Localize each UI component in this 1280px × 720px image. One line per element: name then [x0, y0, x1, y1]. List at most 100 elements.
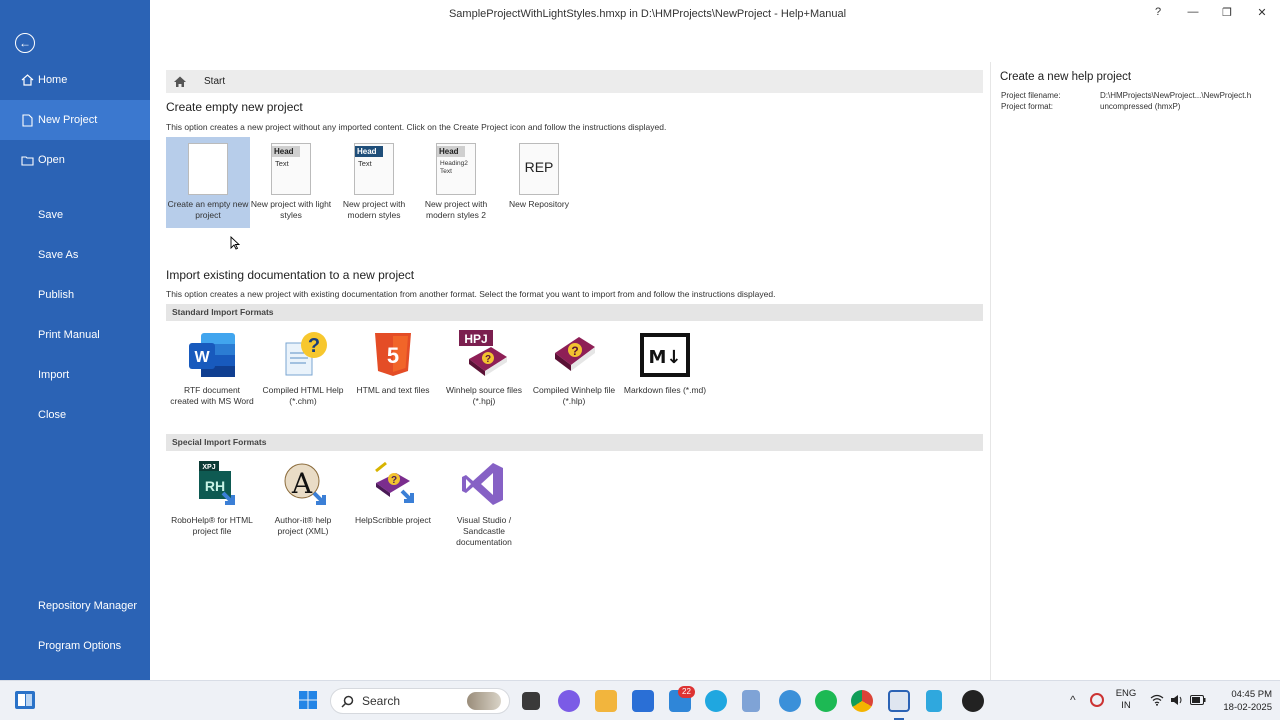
tile-label: Create an empty new project	[167, 199, 249, 220]
windows-start-icon[interactable]	[298, 690, 318, 710]
media-player-icon[interactable]	[962, 690, 984, 712]
new-repository-tile[interactable]: REP New Repository	[497, 137, 581, 228]
svg-text:RH: RH	[205, 478, 225, 494]
svg-text:XPJ: XPJ	[202, 464, 215, 471]
light-styles-tile[interactable]: Head Text New project with light styles	[249, 137, 333, 228]
help-and-manual-icon[interactable]	[888, 690, 910, 712]
svg-text:?: ?	[571, 344, 578, 358]
project-filename-value: D:\HMProjects\NewProject...\NewProject.h	[1100, 91, 1252, 100]
panel-divider	[990, 62, 991, 680]
sidebar-item-save[interactable]: Save	[0, 195, 150, 235]
light-styles-document-icon: Head Text	[271, 143, 311, 195]
close-button[interactable]: ✕	[1250, 6, 1274, 19]
sidebar-item-label: Close	[38, 409, 67, 421]
show-hidden-icons-icon[interactable]: ^	[1070, 693, 1076, 707]
html5-icon: 5	[375, 333, 411, 376]
sidebar-item-new-project[interactable]: New Project	[0, 100, 150, 140]
sidebar-item-publish[interactable]: Publish	[0, 275, 150, 315]
tile-label: Compiled Winhelp file (*.hlp)	[532, 385, 616, 406]
taskbar: Search 22 ^ ENG IN 04:45 PM 18-02-2025	[0, 680, 1280, 720]
special-formats-bar: Special Import Formats	[166, 434, 983, 451]
search-placeholder: Search	[362, 694, 401, 708]
sidebar-item-program-options[interactable]: Program Options	[0, 626, 150, 666]
sidebar-item-label: New Project	[38, 114, 98, 126]
import-hpj-tile[interactable]: HPJ ? Winhelp source files (*.hpj)	[442, 325, 526, 407]
import-heading: Import existing documentation to a new p…	[166, 268, 415, 282]
import-authorit-tile[interactable]: A Author-it® help project (XML)	[261, 455, 345, 537]
sidebar-item-label: Program Options	[38, 640, 122, 652]
import-markdown-tile[interactable]: M↓ Markdown files (*.md)	[623, 325, 707, 396]
import-html-tile[interactable]: 5 HTML and text files	[351, 325, 435, 396]
sidebar-item-print-manual[interactable]: Print Manual	[0, 315, 150, 355]
visual-studio-icon	[462, 463, 503, 505]
modern-styles-tile[interactable]: Head Text New project with modern styles	[332, 137, 416, 228]
markdown-icon: M↓	[640, 333, 690, 377]
hpj-book-icon: HPJ ?	[459, 330, 507, 376]
chrome-icon[interactable]	[851, 690, 873, 712]
file-explorer-icon[interactable]	[595, 690, 617, 712]
sidebar-item-label: Save	[38, 209, 64, 221]
app-icon[interactable]	[742, 690, 760, 712]
sidebar-item-home[interactable]: Home	[0, 60, 150, 100]
home-icon[interactable]	[173, 75, 187, 88]
edge-icon[interactable]	[705, 690, 727, 712]
clock[interactable]: 04:45 PM 18-02-2025	[1212, 688, 1272, 714]
language-indicator[interactable]: ENG IN	[1112, 688, 1140, 712]
create-heading: Create empty new project	[166, 100, 303, 114]
sidebar-item-save-as[interactable]: Save As	[0, 235, 150, 275]
import-description: This option creates a new project with e…	[166, 289, 776, 299]
minimize-button[interactable]: —	[1181, 6, 1205, 18]
taskbar-search[interactable]: Search	[330, 688, 510, 714]
task-view-icon[interactable]	[522, 692, 540, 710]
tile-label: Winhelp source files (*.hpj)	[445, 385, 523, 406]
import-robohelp-tile[interactable]: XPJ RH RoboHelp® for HTML project file	[170, 455, 254, 537]
battery-icon[interactable]	[1190, 695, 1206, 705]
volume-icon[interactable]	[1170, 694, 1184, 706]
import-rtf-tile[interactable]: W RTF document created with MS Word	[170, 325, 254, 407]
breadcrumb-label[interactable]: Start	[204, 76, 225, 87]
wifi-icon[interactable]	[1150, 694, 1164, 706]
tile-label: HelpScribble project	[354, 515, 432, 525]
sidebar-item-label: Repository Manager	[38, 600, 138, 612]
svg-text:?: ?	[391, 475, 397, 486]
help-button[interactable]: ?	[1146, 6, 1170, 18]
sidebar-item-label: Home	[38, 74, 68, 86]
qbittorrent-icon[interactable]	[779, 690, 801, 712]
blank-document-icon	[188, 143, 228, 195]
window-title: SampleProjectWithLightStyles.hmxp in D:\…	[448, 8, 847, 20]
tile-label: New project with light styles	[250, 199, 332, 220]
notepad-icon[interactable]	[926, 690, 942, 712]
tile-label: Markdown files (*.md)	[623, 385, 707, 395]
spotify-icon[interactable]	[815, 690, 837, 712]
title-bar: SampleProjectWithLightStyles.hmxp in D:\…	[150, 0, 1280, 30]
sidebar-item-label: Open	[38, 154, 65, 166]
word-icon: W	[189, 333, 235, 377]
search-highlight-image	[467, 692, 501, 710]
create-empty-project-tile[interactable]: Create an empty new project	[166, 137, 250, 228]
svg-text:M↓: M↓	[649, 347, 682, 368]
import-visual-studio-tile[interactable]: Visual Studio / Sandcastle documentation	[442, 455, 526, 548]
backstage-sidebar: ← Home New Project Open Save Save As Pub…	[0, 0, 150, 680]
sidebar-item-open[interactable]: Open	[0, 140, 150, 180]
sidebar-item-close[interactable]: Close	[0, 395, 150, 435]
modern-styles-2-tile[interactable]: Head Heading2 Text New project with mode…	[414, 137, 498, 228]
sidebar-item-repository-manager[interactable]: Repository Manager	[0, 586, 150, 626]
import-chm-tile[interactable]: ? Compiled HTML Help (*.chm)	[261, 325, 345, 407]
import-helpscribble-tile[interactable]: ? HelpScribble project	[351, 455, 435, 526]
maximize-button[interactable]: ❐	[1215, 6, 1239, 19]
right-panel-title: Create a new help project	[1000, 71, 1132, 83]
widgets-icon[interactable]	[14, 690, 36, 710]
svg-text:A: A	[291, 467, 313, 500]
import-hlp-tile[interactable]: ? Compiled Winhelp file (*.hlp)	[532, 325, 616, 407]
sidebar-item-import[interactable]: Import	[0, 355, 150, 395]
project-format-value: uncompressed (hmxP)	[1100, 102, 1181, 111]
store-icon[interactable]	[632, 690, 654, 712]
tile-label: Visual Studio / Sandcastle documentation	[456, 515, 512, 547]
sync-icon[interactable]	[1090, 693, 1104, 707]
back-arrow-icon[interactable]: ←	[15, 33, 35, 53]
svg-text:?: ?	[308, 335, 320, 357]
breadcrumb: Start	[166, 70, 983, 93]
project-format-label: Project format:	[1001, 102, 1054, 111]
chat-icon[interactable]	[558, 690, 580, 712]
mail-badge: 22	[678, 686, 695, 698]
